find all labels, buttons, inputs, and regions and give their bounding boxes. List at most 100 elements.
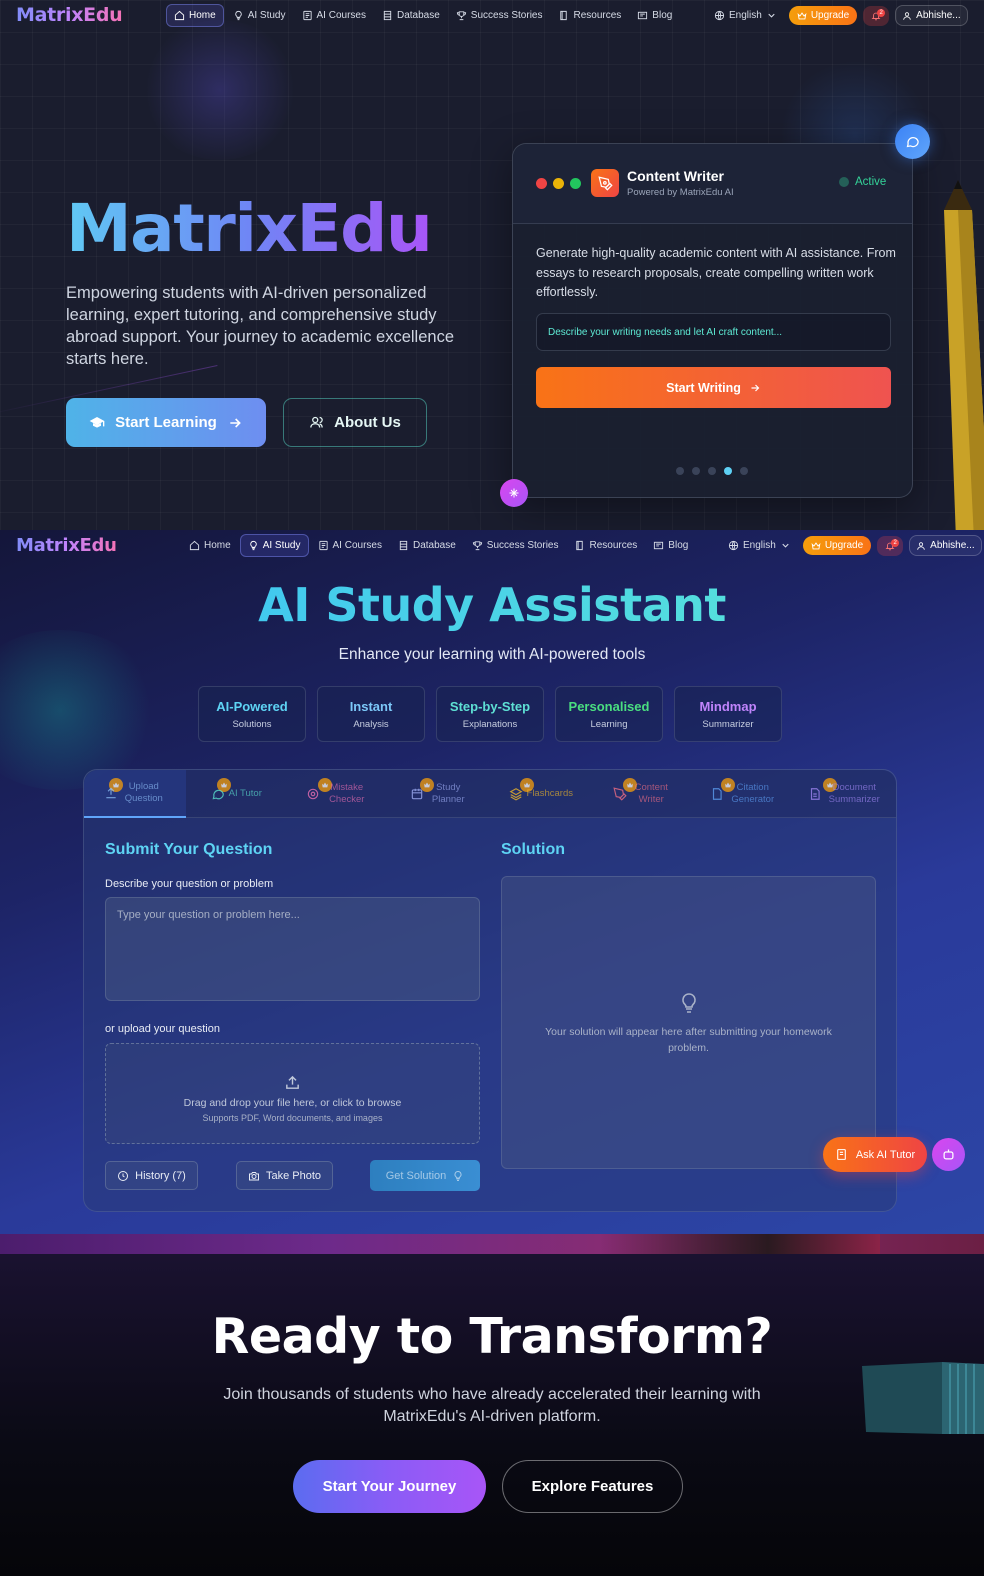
nav-links: Home AI Study AI Courses Database Succes… xyxy=(166,4,679,27)
tab-upload-question[interactable]: Upload Question xyxy=(84,770,186,818)
carousel-dot[interactable] xyxy=(692,467,700,475)
tab-ai-tutor[interactable]: AI Tutor xyxy=(186,770,288,818)
ai-study-section: AI Study Assistant Enhance your learning… xyxy=(0,530,984,1234)
arrow-right-icon xyxy=(751,384,760,391)
chat-bubble-icon[interactable] xyxy=(895,124,930,159)
nav-ai-study-label: AI Study xyxy=(247,10,286,21)
nav-blog[interactable]: Blog xyxy=(630,5,679,26)
tab-label: Citation Generator xyxy=(731,782,775,805)
nav-success-stories[interactable]: Success Stories xyxy=(449,5,550,26)
bot-icon[interactable] xyxy=(932,1138,965,1171)
nav-database[interactable]: Database xyxy=(375,5,447,26)
user-menu[interactable]: Abhishe... xyxy=(895,5,968,26)
history-button[interactable]: History (7) xyxy=(105,1161,198,1190)
upgrade-button[interactable]: Upgrade xyxy=(802,536,872,555)
hero-section: MatrixEdu Empowering students with AI-dr… xyxy=(0,0,984,532)
tab-content-writer[interactable]: Content Writer xyxy=(592,770,694,818)
feature-title: Instant xyxy=(349,698,393,714)
about-us-label: About Us xyxy=(334,414,401,431)
nav-home[interactable]: Home xyxy=(166,4,224,27)
carousel-dot[interactable] xyxy=(676,467,684,475)
start-journey-button[interactable]: Start Your Journey xyxy=(293,1460,486,1513)
notification-count: 2 xyxy=(891,538,900,547)
feature-sub: Learning xyxy=(590,718,628,730)
about-us-button[interactable]: About Us xyxy=(283,398,427,447)
nav-ai-study-label: AI Study xyxy=(262,540,301,551)
user-name: Abhishe... xyxy=(916,10,961,21)
file-text-icon xyxy=(811,788,820,800)
nav-database[interactable]: Database xyxy=(391,535,463,556)
explore-features-button[interactable]: Explore Features xyxy=(502,1460,683,1513)
users-icon xyxy=(310,416,323,428)
feature-sub: Summarizer xyxy=(702,718,754,730)
feature-title: Step-by-Step xyxy=(449,698,531,714)
solution-heading: Solution xyxy=(501,841,565,858)
carousel-dot[interactable] xyxy=(740,467,748,475)
tab-label: Mistake Checker xyxy=(329,782,365,805)
user-menu[interactable]: Abhishe... xyxy=(909,535,982,556)
file-dropzone[interactable]: Drag and drop your file here, or click t… xyxy=(105,1043,480,1144)
nav-resources-label: Resources xyxy=(589,540,638,551)
top-navbar: MatrixEdu Home AI Study AI Courses Datab… xyxy=(0,0,984,32)
hero-description: Empowering students with AI-driven perso… xyxy=(66,284,454,368)
nav-resources[interactable]: Resources xyxy=(567,535,644,556)
question-label: Describe your question or problem xyxy=(105,878,274,890)
language-selector[interactable]: English xyxy=(722,536,797,555)
nav-ai-courses[interactable]: AI Courses xyxy=(311,535,389,556)
nav-success-stories[interactable]: Success Stories xyxy=(465,535,566,556)
tab-label: Study Planner xyxy=(431,782,465,805)
feature-card: AI-Powered Solutions xyxy=(198,686,306,742)
pencil-decoration xyxy=(944,180,984,532)
notebook-icon xyxy=(837,1149,846,1160)
tab-citation-generator[interactable]: Citation Generator xyxy=(693,770,795,818)
nav-ai-study[interactable]: AI Study xyxy=(226,5,293,26)
tab-study-planner[interactable]: Study Planner xyxy=(389,770,491,818)
start-writing-button[interactable]: Start Writing xyxy=(536,367,891,408)
nav-resources[interactable]: Resources xyxy=(551,5,628,26)
nav-ai-courses[interactable]: AI Courses xyxy=(295,5,373,26)
tab-document-summarizer[interactable]: Document Summarizer xyxy=(795,770,897,818)
take-photo-button[interactable]: Take Photo xyxy=(236,1161,333,1190)
writing-needs-input[interactable]: Describe your writing needs and let AI c… xyxy=(536,313,891,351)
study-panel: Upload Question AI Tutor Mistake Checker… xyxy=(83,769,897,1212)
tab-flashcards[interactable]: Flashcards xyxy=(490,770,592,818)
sparkle-icon[interactable] xyxy=(500,479,528,507)
start-learning-button[interactable]: Start Learning xyxy=(66,398,266,447)
language-selector[interactable]: English xyxy=(708,6,783,25)
nav-home[interactable]: Home xyxy=(182,535,238,556)
feature-card: Mindmap Summarizer xyxy=(674,686,782,742)
submit-heading: Submit Your Question xyxy=(105,841,273,858)
globe-icon xyxy=(714,10,725,21)
tool-tabs: Upload Question AI Tutor Mistake Checker… xyxy=(84,770,896,818)
history-label: History (7) xyxy=(135,1169,186,1182)
blog-icon xyxy=(654,541,664,550)
feature-sub: Analysis xyxy=(353,718,389,730)
green-dot xyxy=(570,178,581,189)
get-solution-button[interactable]: Get Solution xyxy=(370,1160,480,1191)
upgrade-button[interactable]: Upgrade xyxy=(788,6,858,25)
question-textarea[interactable]: Type your question or problem here... xyxy=(105,897,480,1001)
ask-ai-tutor-button[interactable]: Ask AI Tutor xyxy=(823,1137,927,1172)
card-header: Content Writer Powered by MatrixEdu AI A… xyxy=(513,144,912,224)
globe-icon xyxy=(728,540,739,551)
brand-logo[interactable]: MatrixEdu xyxy=(16,535,117,556)
feature-card: Instant Analysis xyxy=(317,686,425,742)
nav-blog-label: Blog xyxy=(668,540,689,551)
lightbulb-icon xyxy=(681,992,696,1013)
notifications-button[interactable]: 2 xyxy=(877,535,904,556)
layers-icon xyxy=(509,788,522,801)
tab-mistake-checker[interactable]: Mistake Checker xyxy=(287,770,389,818)
crown-icon xyxy=(797,11,807,19)
brand-logo[interactable]: MatrixEdu xyxy=(16,4,123,26)
nav-links: Home AI Study AI Courses Database Succes… xyxy=(182,534,695,557)
carousel-dot-active[interactable] xyxy=(724,467,732,475)
nav-success-stories-label: Success Stories xyxy=(470,10,543,21)
tab-label: Document Summarizer xyxy=(828,782,880,805)
nav-blog[interactable]: Blog xyxy=(646,535,695,556)
carousel-dot[interactable] xyxy=(708,467,716,475)
nav-ai-study[interactable]: AI Study xyxy=(239,534,309,557)
nav-actions: English Upgrade 2 Abhishe... xyxy=(708,5,968,26)
notifications-button[interactable]: 2 xyxy=(863,5,890,26)
nav-home-label: Home xyxy=(189,10,216,21)
feature-sub: Explanations xyxy=(462,718,518,730)
